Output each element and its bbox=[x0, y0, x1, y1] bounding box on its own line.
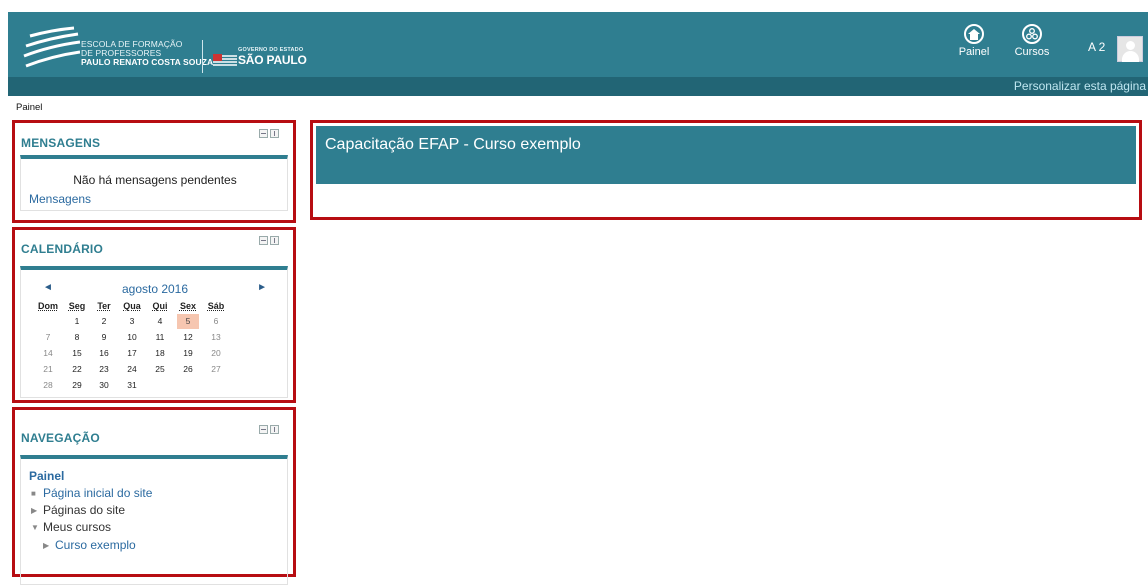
collapse-icon[interactable] bbox=[259, 425, 268, 434]
calendar-header: ◄ agosto 2016 ► bbox=[21, 282, 289, 296]
nav-painel-button[interactable]: Painel bbox=[952, 24, 996, 58]
logo-line-3: PAULO RENATO COSTA SOUZA bbox=[81, 57, 214, 67]
courses-icon bbox=[1022, 24, 1042, 44]
messages-link[interactable]: Mensagens bbox=[29, 192, 91, 206]
calendar-day[interactable]: 22 bbox=[66, 362, 88, 377]
calendar-day[interactable]: 24 bbox=[121, 362, 143, 377]
nav-item-course-example[interactable]: Curso exemplo bbox=[55, 538, 136, 552]
calendar-day[interactable]: 8 bbox=[66, 330, 88, 345]
calendar-month[interactable]: agosto 2016 bbox=[21, 282, 289, 296]
nav-item-site-home[interactable]: Página inicial do site bbox=[43, 486, 152, 500]
calendar-day[interactable]: 30 bbox=[93, 378, 115, 393]
calendar-day[interactable]: 2 bbox=[93, 314, 115, 329]
nav-painel-label: Painel bbox=[958, 46, 990, 58]
course-title[interactable]: Capacitação EFAP - Curso exemplo bbox=[325, 136, 581, 154]
square-bullet-icon: ■ bbox=[31, 489, 36, 498]
logo-divider bbox=[202, 40, 203, 73]
next-month-icon[interactable]: ► bbox=[257, 282, 267, 293]
calendar-day[interactable]: 3 bbox=[121, 314, 143, 329]
calendar-day[interactable]: 23 bbox=[93, 362, 115, 377]
calendar-day[interactable]: 20 bbox=[205, 346, 227, 361]
top-bar: ESCOLA DE FORMAÇÃO DE PROFESSORES PAULO … bbox=[0, 0, 1148, 96]
calendar-weekday: Sex bbox=[179, 301, 196, 311]
nav-cursos-button[interactable]: Cursos bbox=[1010, 24, 1054, 58]
calendar-weekday: Qui bbox=[152, 301, 168, 311]
calendar-day-today[interactable]: 5 bbox=[177, 314, 199, 329]
navigation-block: NAVEGAÇÃO Painel ■ Página inicial do sit… bbox=[12, 407, 296, 585]
nav-root-painel[interactable]: Painel bbox=[29, 469, 64, 483]
school-logo-text: ESCOLA DE FORMAÇÃO DE PROFESSORES PAULO … bbox=[81, 40, 213, 67]
nav-item-my-courses[interactable]: Meus cursos bbox=[43, 520, 111, 534]
calendar-day[interactable]: 14 bbox=[37, 346, 59, 361]
no-messages-text: Não há mensagens pendentes bbox=[73, 173, 237, 187]
calendar-day[interactable]: 19 bbox=[177, 346, 199, 361]
block-controls bbox=[259, 129, 279, 138]
navigation-content: Painel ■ Página inicial do site ▶ Página… bbox=[20, 455, 288, 585]
customize-page-link[interactable]: Personalizar esta página bbox=[1014, 79, 1146, 93]
block-controls bbox=[259, 425, 279, 434]
calendar-day[interactable]: 18 bbox=[149, 346, 171, 361]
calendar-weekday: Qua bbox=[123, 301, 141, 311]
calendar-day[interactable]: 21 bbox=[37, 362, 59, 377]
calendar-day[interactable]: 15 bbox=[66, 346, 88, 361]
calendar-day[interactable]: 28 bbox=[37, 378, 59, 393]
calendar-weekday: Dom bbox=[38, 301, 58, 311]
nav-item-site-pages[interactable]: Páginas do site bbox=[43, 503, 125, 517]
sao-paulo-flag-icon bbox=[213, 54, 237, 66]
government-name: SÃO PAULO bbox=[238, 53, 307, 67]
avatar[interactable] bbox=[1117, 36, 1143, 62]
nav-cursos-label: Cursos bbox=[1014, 46, 1050, 58]
dock-icon[interactable] bbox=[270, 425, 279, 434]
calendar-weekday: Seg bbox=[68, 301, 86, 311]
calendar-day[interactable]: 9 bbox=[93, 330, 115, 345]
calendar-block-title: CALENDÁRIO bbox=[21, 242, 103, 256]
dock-icon[interactable] bbox=[270, 236, 279, 245]
messages-block: MENSAGENS Não há mensagens pendentes Men… bbox=[12, 120, 296, 223]
calendar-weekday: Ter bbox=[97, 301, 111, 311]
calendar-day[interactable]: 17 bbox=[121, 346, 143, 361]
home-icon bbox=[964, 24, 984, 44]
dock-icon[interactable] bbox=[270, 129, 279, 138]
navigation-block-title: NAVEGAÇÃO bbox=[21, 431, 100, 445]
calendar-day[interactable]: 1 bbox=[66, 314, 88, 329]
triangle-right-icon[interactable]: ▶ bbox=[31, 506, 37, 515]
calendar-day[interactable]: 26 bbox=[177, 362, 199, 377]
calendar-day[interactable]: 7 bbox=[37, 330, 59, 345]
messages-content: Não há mensagens pendentes Mensagens bbox=[20, 155, 288, 211]
block-controls bbox=[259, 236, 279, 245]
user-initials[interactable]: A 2 bbox=[1088, 40, 1105, 54]
calendar-weekday: Sáb bbox=[207, 301, 225, 311]
calendar-day[interactable]: 13 bbox=[205, 330, 227, 345]
calendar-day[interactable]: 6 bbox=[205, 314, 227, 329]
calendar-day[interactable]: 31 bbox=[121, 378, 143, 393]
course-header[interactable]: Capacitação EFAP - Curso exemplo bbox=[316, 126, 1136, 184]
triangle-down-icon[interactable]: ▼ bbox=[31, 523, 39, 532]
collapse-icon[interactable] bbox=[259, 236, 268, 245]
collapse-icon[interactable] bbox=[259, 129, 268, 138]
site-header: ESCOLA DE FORMAÇÃO DE PROFESSORES PAULO … bbox=[8, 12, 1148, 77]
messages-block-title: MENSAGENS bbox=[21, 136, 101, 150]
calendar-block: CALENDÁRIO ◄ agosto 2016 ► Dom Seg Ter Qua Q… bbox=[12, 227, 296, 403]
calendar-day[interactable]: 10 bbox=[121, 330, 143, 345]
sub-header-bar: Personalizar esta página bbox=[8, 77, 1148, 96]
calendar-day[interactable]: 27 bbox=[205, 362, 227, 377]
calendar-day[interactable]: 12 bbox=[177, 330, 199, 345]
calendar-day[interactable]: 11 bbox=[149, 330, 171, 345]
course-box: Capacitação EFAP - Curso exemplo bbox=[310, 120, 1142, 220]
calendar-day[interactable]: 4 bbox=[149, 314, 171, 329]
calendar-day[interactable]: 29 bbox=[66, 378, 88, 393]
breadcrumb[interactable]: Painel bbox=[16, 102, 42, 113]
calendar-day[interactable]: 16 bbox=[93, 346, 115, 361]
efap-logo-icon[interactable] bbox=[22, 26, 80, 68]
triangle-right-icon[interactable]: ▶ bbox=[43, 541, 49, 550]
calendar-day[interactable]: 25 bbox=[149, 362, 171, 377]
calendar-content: ◄ agosto 2016 ► Dom Seg Ter Qua Qui Sex Sáb 1 2 3… bbox=[20, 266, 288, 398]
